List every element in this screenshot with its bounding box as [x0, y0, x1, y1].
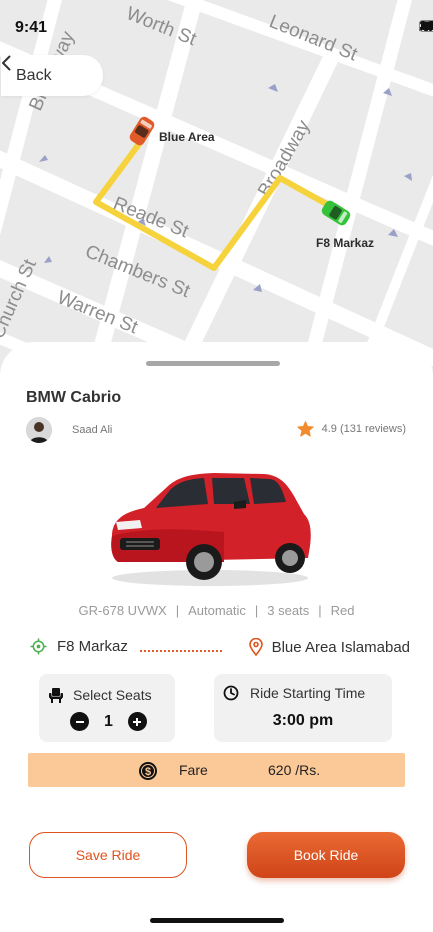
car-specs: GR-678 UVWX | Automatic | 3 seats | Red — [78, 603, 355, 618]
route-to-text: Blue Area Islamabad — [271, 638, 410, 656]
rating-text: 4.9 (131 reviews) — [321, 423, 406, 435]
start-time-card[interactable]: Ride Starting Time 3:00 pm — [214, 674, 392, 742]
plus-icon — [133, 717, 142, 726]
start-time-title: Ride Starting Time — [250, 685, 366, 701]
svg-text:$: $ — [145, 766, 151, 778]
sheet-drag-handle[interactable] — [146, 361, 280, 366]
location-pin-icon — [248, 638, 263, 656]
book-ride-button[interactable]: Book Ride — [247, 832, 405, 878]
owner-name: Saad Ali — [72, 424, 113, 436]
spec-plate: GR-678 UVWX — [78, 603, 167, 618]
fare-value: 620 /Rs. — [268, 762, 321, 778]
star-icon — [296, 421, 314, 437]
route-to: Blue Area Islamabad — [248, 638, 410, 656]
seat-stepper: 1 — [70, 712, 147, 731]
pickup-label: Blue Area — [159, 130, 215, 144]
car-image — [111, 473, 311, 586]
seats-header: Select Seats — [48, 687, 152, 703]
spec-seats: 3 seats — [267, 603, 310, 618]
fare-bar: $ Fare 620 /Rs. — [28, 753, 405, 787]
chevron-left-icon — [2, 55, 11, 71]
start-time-value: 3:00 pm — [272, 712, 334, 729]
seat-icon — [49, 688, 63, 703]
map-view[interactable]: Worth St Leonard St Broadway Broadway Re… — [0, 0, 433, 380]
clock-icon — [223, 685, 239, 701]
battery-icon — [419, 20, 433, 32]
save-ride-button[interactable]: Save Ride — [29, 832, 187, 878]
home-indicator — [150, 918, 284, 923]
route-from: F8 Markaz — [30, 638, 128, 655]
avatar[interactable] — [26, 417, 52, 443]
fare-label: Fare — [179, 762, 208, 778]
back-button[interactable]: Back — [1, 55, 103, 96]
back-label: Back — [16, 66, 52, 84]
seats-title: Select Seats — [73, 687, 152, 703]
spec-transmission: Automatic — [188, 603, 246, 618]
dropoff-label: F8 Markaz — [316, 236, 374, 250]
minus-icon — [75, 720, 84, 723]
route-summary: F8 Markaz Blue Area Islamabad — [30, 638, 410, 662]
money-icon: $ — [139, 762, 157, 780]
ride-details-sheet: BMW Cabrio Saad Ali 4.9 (131 reviews) GR… — [0, 342, 433, 932]
route-from-text: F8 Markaz — [57, 638, 128, 655]
status-bar: 9:41 — [0, 0, 433, 56]
route-dotted-line — [140, 650, 222, 652]
target-icon — [30, 638, 47, 655]
car-name: BMW Cabrio — [26, 389, 122, 406]
select-seats-card: Select Seats 1 — [39, 674, 175, 742]
avatar-person-icon — [26, 417, 52, 443]
rating: 4.9 (131 reviews) — [296, 421, 406, 437]
spec-color: Red — [330, 603, 355, 618]
start-time-header: Ride Starting Time — [223, 685, 365, 701]
increase-seats-button[interactable] — [127, 712, 147, 731]
seat-count: 1 — [104, 712, 113, 730]
decrease-seats-button[interactable] — [70, 712, 89, 731]
status-time: 9:41 — [15, 19, 48, 36]
